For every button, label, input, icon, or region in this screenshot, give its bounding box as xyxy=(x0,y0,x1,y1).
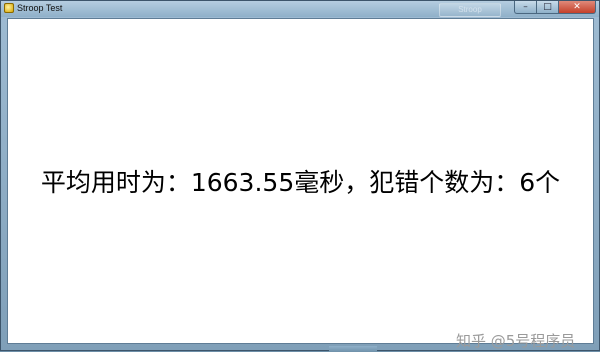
result-text: 平均用时为：1663.55毫秒，犯错个数为：6个 xyxy=(40,168,561,197)
window-controls: – □ ✕ xyxy=(514,1,596,15)
close-icon: ✕ xyxy=(573,2,581,12)
maximize-icon: □ xyxy=(543,2,552,12)
window-title: Stroop Test xyxy=(17,3,63,13)
close-button[interactable]: ✕ xyxy=(558,1,596,14)
minimize-icon: – xyxy=(523,2,528,12)
client-area: 平均用时为：1663.55毫秒，犯错个数为：6个 知乎 @5号程序员 xyxy=(7,18,594,350)
title-bar[interactable]: Stroop Test Stroop – □ ✕ xyxy=(1,1,599,17)
app-icon xyxy=(4,3,14,13)
watermark-text: 知乎 @5号程序员 xyxy=(456,332,576,350)
maximize-button[interactable]: □ xyxy=(536,1,558,14)
background-window-tab: Stroop xyxy=(439,3,501,17)
app-window: Stroop Test Stroop – □ ✕ 平均用时为：1663.55毫秒… xyxy=(0,0,600,352)
bottom-border-notch xyxy=(329,346,377,352)
minimize-button[interactable]: – xyxy=(514,1,536,14)
